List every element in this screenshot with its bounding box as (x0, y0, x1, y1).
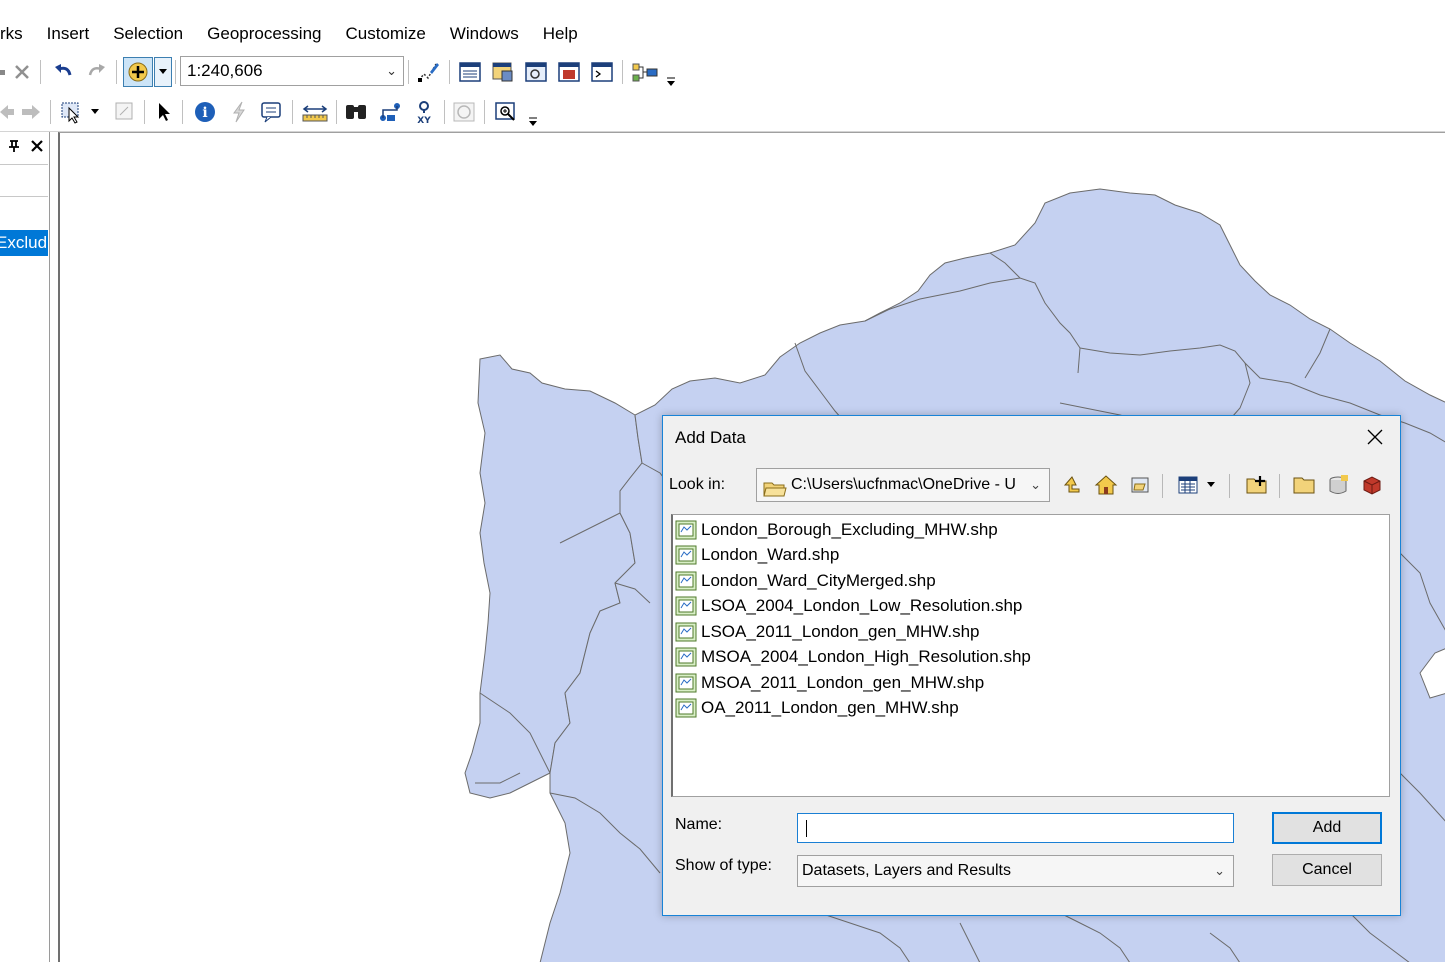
show-of-type-value: Datasets, Layers and Results (802, 862, 1011, 879)
list-item[interactable]: OA_2011_London_gen_MHW.shp (673, 696, 1389, 722)
delete-icon[interactable] (10, 59, 34, 85)
viewer-window-icon[interactable] (492, 98, 520, 126)
text-caret (806, 820, 807, 837)
list-item[interactable]: London_Ward.shp (673, 543, 1389, 569)
show-of-type-label: Show of type: (675, 857, 772, 874)
look-in-combo[interactable]: C:\Users\ucfnmac\OneDrive - U ⌄ (756, 468, 1050, 502)
close-icon[interactable] (1362, 424, 1388, 450)
home-icon[interactable] (1093, 472, 1119, 498)
shapefile-icon (675, 622, 697, 642)
cancel-button[interactable]: Cancel (1272, 854, 1382, 886)
new-toolbox-icon[interactable] (1359, 472, 1385, 498)
folder-icon (763, 478, 787, 501)
menu-geoprocessing[interactable]: Geoprocessing (195, 24, 333, 44)
svg-text:XY: XY (417, 116, 431, 124)
toolbar-cut-icon[interactable] (0, 60, 6, 84)
find-route-icon[interactable] (376, 98, 404, 126)
view-dropdown-icon[interactable] (1203, 472, 1219, 498)
chevron-down-icon: ⌄ (386, 63, 397, 78)
close-icon[interactable] (26, 136, 48, 156)
list-item[interactable]: LSOA_2004_London_Low_Resolution.shp (673, 594, 1389, 620)
table-of-contents-panel: Excludi (0, 132, 50, 962)
menu-windows[interactable]: Windows (438, 24, 531, 44)
list-item[interactable]: MSOA_2011_London_gen_MHW.shp (673, 670, 1389, 696)
toolbar-options-icon[interactable] (664, 72, 678, 90)
shapefile-icon (675, 596, 697, 616)
list-item[interactable]: MSOA_2004_London_High_Resolution.shp (673, 645, 1389, 671)
map-scale-combo[interactable]: 1:240,606 ⌄ (180, 56, 404, 86)
shapefile-icon (675, 647, 697, 667)
menu-customize[interactable]: Customize (333, 24, 437, 44)
html-popup-icon[interactable] (258, 98, 286, 126)
chevron-down-icon: ⌄ (1030, 477, 1041, 492)
catalog-icon[interactable] (490, 59, 516, 85)
select-elements-icon[interactable] (152, 98, 178, 126)
toc-layer-selected[interactable]: Excludi (0, 230, 48, 256)
connect-to-folder-icon[interactable] (1127, 472, 1153, 498)
hyperlink-icon[interactable] (226, 98, 252, 126)
shapefile-icon (675, 698, 697, 718)
redo-icon[interactable] (84, 59, 108, 85)
window-top-strip (0, 0, 1445, 16)
menu-bookmarks[interactable]: rks (0, 24, 35, 44)
new-file-geodatabase-icon[interactable] (1325, 472, 1351, 498)
select-features-dropdown-icon[interactable] (88, 104, 102, 120)
standard-toolbar: 1:240,606 ⌄ (0, 52, 1445, 92)
menu-selection[interactable]: Selection (101, 24, 195, 44)
svg-text:i: i (202, 105, 207, 121)
editor-toolbar-icon[interactable] (414, 58, 442, 86)
python-window-icon[interactable] (589, 59, 615, 85)
chevron-down-icon: ⌄ (1214, 863, 1225, 878)
list-item[interactable]: LSOA_2011_London_gen_MHW.shp (673, 619, 1389, 645)
pin-icon[interactable] (4, 136, 24, 156)
forward-extent-icon[interactable] (18, 100, 42, 124)
shapefile-icon (675, 673, 697, 693)
menu-bar: rks Insert Selection Geoprocessing Custo… (0, 16, 1445, 52)
name-label: Name: (675, 816, 723, 833)
up-one-level-icon[interactable] (1059, 472, 1085, 498)
menu-insert[interactable]: Insert (35, 24, 102, 44)
clear-selection-icon[interactable] (112, 98, 136, 124)
identify-icon[interactable]: i (190, 98, 220, 126)
toolbar-options-icon[interactable] (526, 112, 540, 130)
search-window-icon[interactable] (523, 59, 549, 85)
shapefile-icon (675, 520, 697, 540)
toc-header (0, 132, 50, 158)
list-item[interactable]: London_Borough_Excluding_MHW.shp (673, 517, 1389, 543)
toc-divider (0, 164, 48, 165)
list-item[interactable]: London_Ward_CityMerged.shp (673, 568, 1389, 594)
add-to-catalog-icon[interactable] (1245, 472, 1271, 498)
toc-divider (0, 196, 48, 197)
arctoolbox-icon[interactable] (556, 59, 582, 85)
shapefile-icon (675, 571, 697, 591)
table-of-contents-icon[interactable] (457, 59, 483, 85)
dialog-title: Add Data (675, 428, 746, 447)
look-in-path: C:\Users\ucfnmac\OneDrive - U (791, 476, 1016, 493)
add-data-icon[interactable] (123, 57, 153, 87)
add-button[interactable]: Add (1272, 812, 1382, 844)
undo-icon[interactable] (52, 59, 76, 85)
name-input[interactable] (797, 813, 1234, 843)
select-features-icon[interactable] (58, 98, 86, 126)
tools-toolbar: i XY (0, 92, 1445, 132)
new-folder-icon[interactable] (1291, 472, 1317, 498)
menu-help[interactable]: Help (531, 24, 590, 44)
add-data-dialog: Add Data Look in: C:\Users\ucfnmac\OneDr… (662, 415, 1401, 916)
view-list-icon[interactable] (1175, 472, 1201, 498)
time-slider-icon[interactable] (450, 98, 478, 126)
file-list: London_Borough_Excluding_MHW.shp London_… (671, 514, 1390, 797)
go-to-xy-icon[interactable]: XY (410, 98, 438, 126)
look-in-label: Look in: (669, 476, 726, 493)
show-of-type-select[interactable]: Datasets, Layers and Results ⌄ (797, 855, 1234, 887)
shapefile-icon (675, 545, 697, 565)
map-scale-value: 1:240,606 (187, 61, 263, 80)
back-extent-icon[interactable] (0, 100, 14, 124)
measure-icon[interactable] (300, 98, 330, 126)
find-icon[interactable] (342, 98, 370, 126)
model-builder-icon[interactable] (630, 59, 660, 85)
add-data-dropdown-icon[interactable] (154, 57, 172, 87)
